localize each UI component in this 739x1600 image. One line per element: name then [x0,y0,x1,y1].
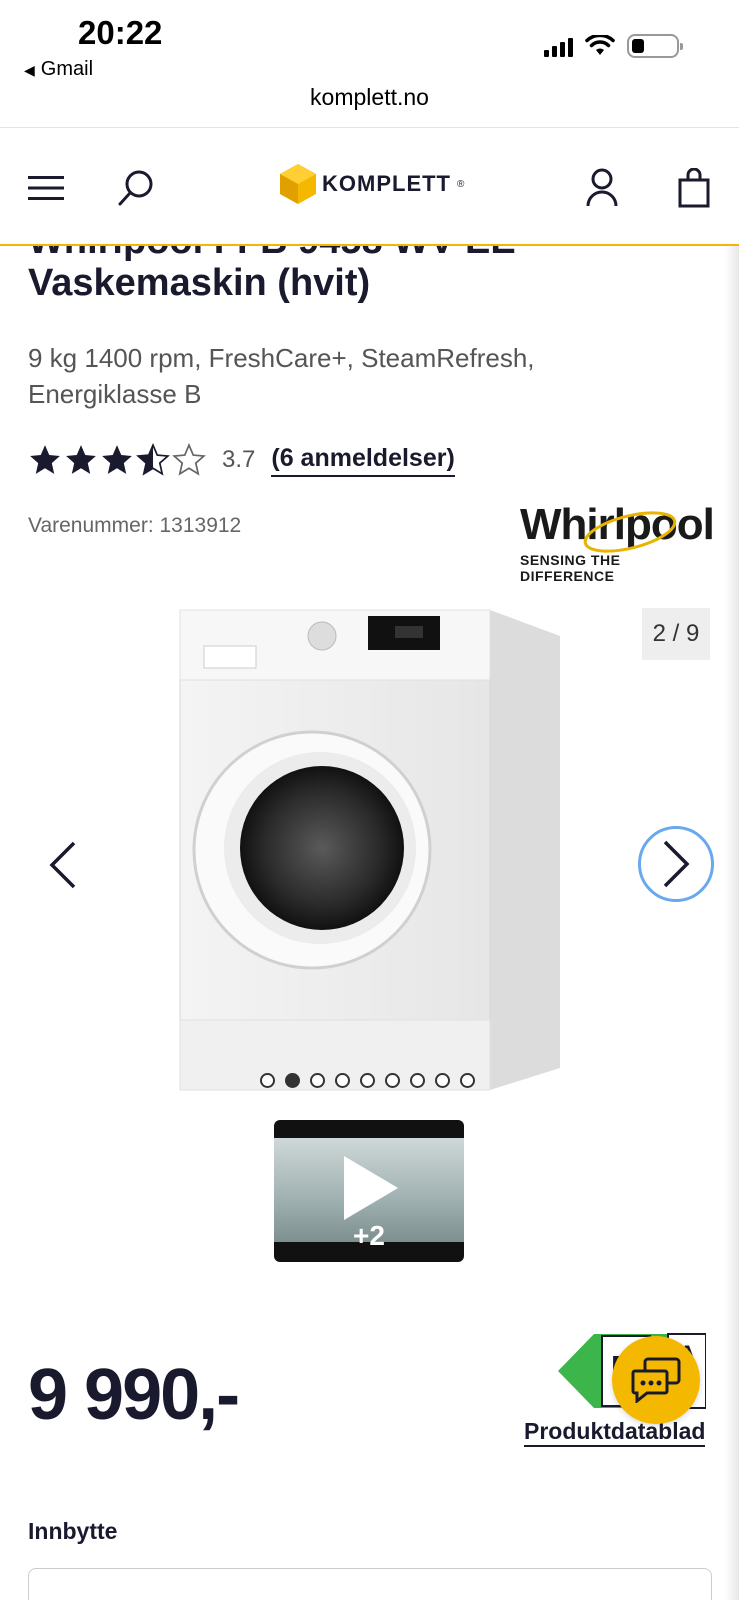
rating-value: 3.7 [222,446,256,473]
gallery-dot[interactable] [410,1073,425,1088]
account-icon[interactable] [580,166,624,210]
gallery-pagination [260,1073,475,1088]
wifi-icon [585,35,615,55]
back-app-label: Gmail [40,58,94,80]
search-icon[interactable] [114,166,158,210]
gallery-dot[interactable] [385,1073,400,1088]
gallery-dot[interactable] [435,1073,450,1088]
menu-icon[interactable] [24,166,68,210]
site-header: KOMPLETT ® [0,128,739,246]
chat-icon [631,1357,681,1403]
video-thumbnail[interactable]: +2 [274,1120,464,1262]
gallery-dot[interactable] [360,1073,375,1088]
star-empty-icon [172,443,206,476]
product-title: Vaskemaskin (hvit) [28,262,371,304]
product-rating: 3.7 (6 anmeldelser) [28,443,455,477]
gallery-dot-active[interactable] [285,1073,300,1088]
brand-logo[interactable]: Whirlpool SENSING THE DIFFERENCE [520,500,715,590]
sku-number: Varenummer: 1313912 [28,514,242,537]
gallery-dot[interactable] [310,1073,325,1088]
chevron-left-icon [49,841,76,889]
more-media-count: +2 [353,1220,385,1251]
status-icons [544,34,683,58]
star-rating [28,443,206,477]
brand-swoosh-icon [583,511,677,553]
star-full-icon [66,445,96,474]
star-full-icon [30,445,60,474]
chevron-right-icon [663,840,690,888]
star-full-icon [102,445,132,474]
battery-icon [627,34,683,58]
page-edge-shadow [725,240,739,1600]
status-time: 20:22 [78,14,163,51]
cellular-signal-icon [544,35,573,57]
back-to-app-link[interactable]: ◀ Gmail [24,58,93,81]
gallery-next-button[interactable] [638,826,714,902]
chat-button[interactable] [612,1336,700,1424]
product-subtitle: 9 kg 1400 rpm, FreshCare+, SteamRefresh,… [28,343,535,409]
gallery-prev-button[interactable] [38,830,88,900]
datasheet-link[interactable]: Produktdatablad [524,1418,706,1447]
address-bar[interactable]: komplett.no [0,84,739,128]
cart-icon[interactable] [672,166,716,210]
star-half-icon [136,443,170,476]
komplett-logo[interactable]: KOMPLETT ® [280,164,464,204]
back-triangle-icon: ◀ [24,62,35,78]
logo-text: KOMPLETT [322,171,451,196]
product-image-gallery[interactable] [0,590,739,1110]
gallery-dot[interactable] [335,1073,350,1088]
washing-machine-image [179,609,560,1091]
product-price: 9 990,- [28,1355,240,1435]
gallery-dot[interactable] [260,1073,275,1088]
image-counter: 2 / 9 [642,608,710,660]
trade-in-label: Innbytte [28,1518,118,1544]
gallery-dot[interactable] [460,1073,475,1088]
reviews-link[interactable]: (6 anmeldelser) [271,444,455,477]
status-bar: 20:22 ◀ Gmail [0,0,739,84]
play-icon [344,1156,398,1220]
trade-in-box[interactable] [28,1568,712,1600]
komplett-logo-icon [280,164,316,204]
